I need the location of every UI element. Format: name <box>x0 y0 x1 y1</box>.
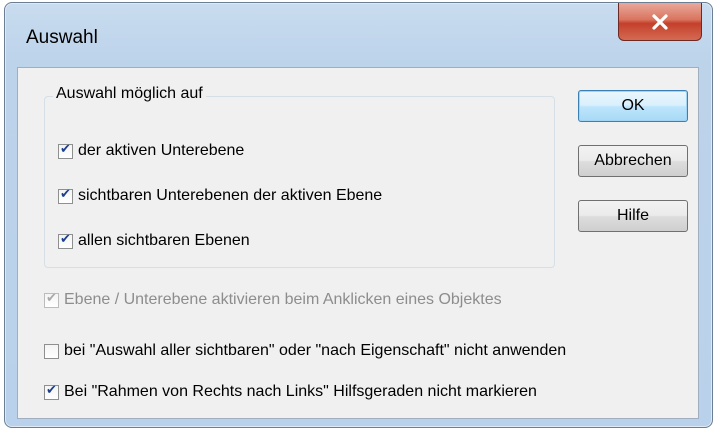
option-active-sublayer[interactable]: der aktiven Unterebene <box>58 142 244 160</box>
cancel-button[interactable]: Abbrechen <box>578 145 688 177</box>
checkbox-no-mark-guidelines[interactable] <box>44 383 59 400</box>
option-visible-sublayers[interactable]: sichtbaren Unterebenen der aktiven Ebene <box>58 187 382 205</box>
option-not-apply-select-all[interactable]: bei "Auswahl aller sichtbaren" oder "nac… <box>44 342 566 360</box>
dialog-title: Auswahl <box>26 27 98 48</box>
checkbox-not-apply-select-all[interactable] <box>44 343 59 359</box>
checkbox-all-visible-layers[interactable] <box>58 232 73 249</box>
option-no-mark-guidelines[interactable]: Bei "Rahmen von Rechts nach Links" Hilfs… <box>44 383 537 401</box>
groupbox-legend: Auswahl möglich auf <box>53 85 206 103</box>
option-no-mark-guidelines-label: Bei "Rahmen von Rechts nach Links" Hilfs… <box>64 383 537 400</box>
help-button[interactable]: Hilfe <box>578 200 688 232</box>
ok-button[interactable]: OK <box>578 90 688 122</box>
option-activate-layer-on-click: Ebene / Unterebene aktivieren beim Ankli… <box>44 291 502 309</box>
close-icon <box>652 13 668 30</box>
dialog-window: Auswahl Auswahl möglich auf der aktiven … <box>4 2 713 428</box>
dialog-client-area: Auswahl möglich auf der aktiven Unterebe… <box>17 67 699 419</box>
option-activate-layer-on-click-label: Ebene / Unterebene aktivieren beim Ankli… <box>64 291 502 308</box>
option-all-visible-layers[interactable]: allen sichtbaren Ebenen <box>58 232 250 250</box>
checkbox-activate-layer-on-click <box>44 291 59 308</box>
option-active-sublayer-label: der aktiven Unterebene <box>78 142 245 159</box>
selection-groupbox: Auswahl möglich auf der aktiven Unterebe… <box>44 85 555 268</box>
checkbox-active-sublayer[interactable] <box>58 142 73 159</box>
close-button[interactable] <box>618 3 702 41</box>
checkbox-visible-sublayers[interactable] <box>58 187 73 204</box>
title-bar[interactable]: Auswahl <box>5 3 712 67</box>
option-not-apply-select-all-label: bei "Auswahl aller sichtbaren" oder "nac… <box>64 342 567 359</box>
option-all-visible-layers-label: allen sichtbaren Ebenen <box>78 232 250 249</box>
option-visible-sublayers-label: sichtbaren Unterebenen der aktiven Ebene <box>78 187 383 204</box>
